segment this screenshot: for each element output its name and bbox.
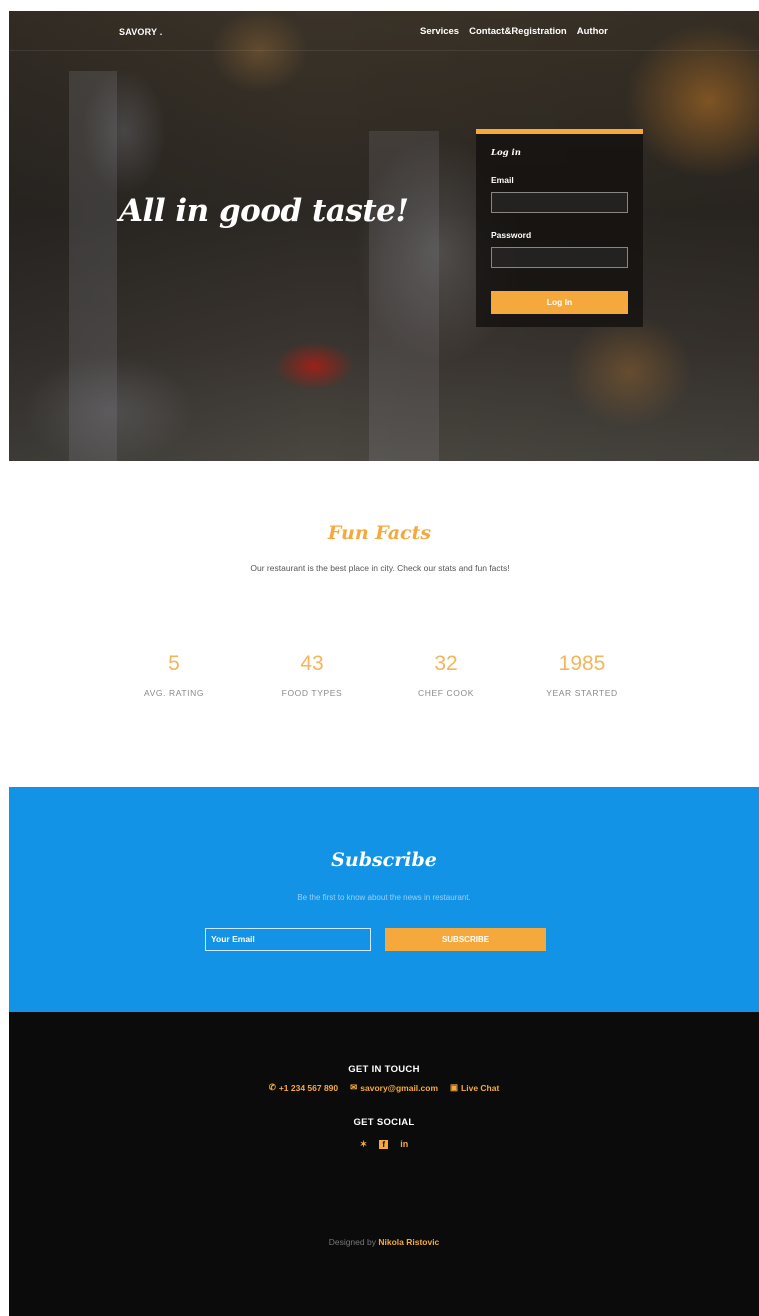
nav-link-contact-registration[interactable]: Contact&Registration bbox=[469, 26, 567, 37]
live-chat-link[interactable]: ▣ Live Chat bbox=[450, 1082, 499, 1093]
subscribe-title: Subscribe bbox=[331, 849, 437, 871]
stat-value: 5 bbox=[168, 652, 180, 675]
facebook-icon[interactable]: f bbox=[379, 1139, 389, 1150]
subscribe-section: Subscribe Be the first to know about the… bbox=[9, 787, 759, 1012]
stat-value: 1985 bbox=[558, 652, 606, 675]
designer-credit: Designed by Nikola Ristovic bbox=[9, 1237, 759, 1247]
password-label: Password bbox=[491, 230, 532, 240]
nav-links: Services Contact&Registration Author bbox=[420, 26, 608, 37]
nav-link-services[interactable]: Services bbox=[420, 26, 459, 37]
footer: GET IN TOUCH ✆ +1 234 567 890 ✉ savory@g… bbox=[9, 1012, 759, 1316]
top-nav: SAVORY . Services Contact&Registration A… bbox=[9, 11, 759, 51]
login-button[interactable]: Log In bbox=[491, 291, 628, 314]
stat-year-started: 1985 YEAR STARTED bbox=[522, 652, 642, 698]
live-chat-text: Live Chat bbox=[461, 1082, 500, 1093]
phone-link[interactable]: ✆ +1 234 567 890 bbox=[269, 1082, 338, 1093]
get-in-touch-heading: GET IN TOUCH bbox=[348, 1064, 420, 1075]
envelope-icon: ✉ bbox=[350, 1082, 358, 1092]
credit-prefix: Designed by bbox=[328, 1237, 376, 1247]
stat-value: 32 bbox=[434, 652, 458, 675]
stat-value: 43 bbox=[300, 652, 324, 675]
fun-facts-subtitle: Our restaurant is the best place in city… bbox=[250, 563, 510, 573]
stat-label: YEAR STARTED bbox=[546, 688, 618, 698]
stat-chef-cook: 32 CHEF COOK bbox=[386, 652, 506, 698]
password-field[interactable] bbox=[491, 247, 628, 268]
email-field[interactable] bbox=[491, 192, 628, 213]
phone-icon: ✆ bbox=[268, 1082, 276, 1092]
stat-avg-rating: 5 AVG. RATING bbox=[114, 652, 234, 698]
fun-facts-title: Fun Facts bbox=[327, 522, 432, 544]
hero-headline: All in good taste! bbox=[119, 193, 409, 229]
login-title: Log in bbox=[491, 148, 521, 158]
stat-label: AVG. RATING bbox=[143, 688, 205, 698]
get-social-heading: GET SOCIAL bbox=[353, 1117, 415, 1128]
phone-text: +1 234 567 890 bbox=[278, 1082, 339, 1093]
email-text: savory@gmail.com bbox=[360, 1082, 439, 1093]
email-label: Email bbox=[491, 175, 514, 185]
chat-bubble-icon: ▣ bbox=[450, 1082, 459, 1092]
linkedin-icon[interactable]: in bbox=[400, 1139, 408, 1150]
email-link[interactable]: ✉ savory@gmail.com bbox=[350, 1082, 438, 1093]
stat-food-types: 43 FOOD TYPES bbox=[252, 652, 372, 698]
stat-label: FOOD TYPES bbox=[281, 688, 343, 698]
subscribe-button[interactable]: SUBSCRIBE bbox=[385, 928, 546, 951]
subscribe-text: Be the first to know about the news in r… bbox=[297, 893, 471, 902]
subscribe-email-input[interactable]: Your Email bbox=[205, 928, 371, 951]
credit-author-link[interactable]: Nikola Ristovic bbox=[378, 1237, 439, 1247]
social-links: ✶ f in bbox=[9, 1139, 759, 1150]
brand-logo[interactable]: SAVORY . bbox=[119, 27, 162, 37]
stat-label: CHEF COOK bbox=[418, 688, 474, 698]
hero-overlay bbox=[9, 11, 759, 461]
contact-links: ✆ +1 234 567 890 ✉ savory@gmail.com ▣ Li… bbox=[9, 1082, 759, 1093]
twitter-icon[interactable]: ✶ bbox=[360, 1139, 368, 1150]
nav-link-author[interactable]: Author bbox=[577, 26, 608, 37]
hero-section: SAVORY . Services Contact&Registration A… bbox=[9, 11, 759, 461]
login-panel: Log in Email Password Log In bbox=[476, 129, 643, 327]
